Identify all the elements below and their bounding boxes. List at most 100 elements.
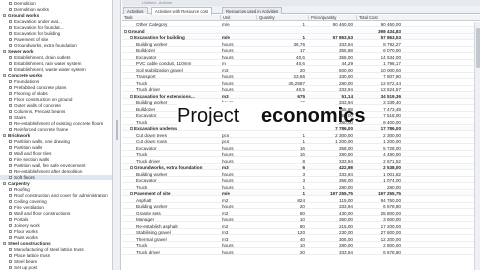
tree-item[interactable]: Ceiling covering: [0, 199, 112, 204]
tree-item[interactable]: Place lattice truss: [0, 253, 112, 258]
tree-item[interactable]: Set up post: [0, 265, 112, 270]
grid-row[interactable]: Re-establish asphalt m2 80 215,00 17 200,00: [122, 223, 480, 229]
checkbox-icon[interactable]: [9, 116, 12, 119]
checkbox-icon[interactable]: [9, 26, 12, 29]
checkbox-icon[interactable]: [9, 68, 12, 71]
grid-row[interactable]: Excavator hours 16 358,00 5 728,00: [122, 145, 480, 151]
row-expand-icon[interactable]: [130, 192, 133, 195]
grid-row[interactable]: Thermal gravel m3 40 305,00 12 200,00: [122, 236, 480, 242]
tree-item[interactable]: Partition walls: [0, 145, 112, 150]
expand-toggle-icon[interactable]: [3, 242, 6, 245]
tab-resources-used[interactable]: Resources used in Activities: [222, 7, 283, 14]
tree-group-item[interactable]: Brickwork: [0, 133, 112, 138]
checkbox-icon[interactable]: [9, 254, 12, 257]
row-expand-icon[interactable]: [130, 127, 133, 130]
checkbox-icon[interactable]: [9, 266, 12, 269]
tree-item[interactable]: Steel beam: [0, 259, 112, 264]
grid-row[interactable]: PVC cable conduit, 110mm m 40,6 44,29 1 798,…: [122, 61, 480, 66]
row-expand-icon[interactable]: [130, 36, 133, 39]
grid-row[interactable]: Truck hours 1 280,00 280,00: [122, 184, 480, 190]
activity-tree[interactable]: Demolition Demolition works Ground works Ex…: [0, 0, 113, 270]
tree-item[interactable]: Demolition: [0, 1, 112, 6]
checkbox-icon[interactable]: [9, 140, 12, 143]
grid-group-row[interactable]: Pavement of site m/e 1 197 255,75 197 255,75: [122, 191, 480, 196]
tree-item[interactable]: Soft floors: [0, 175, 112, 180]
column-header-price[interactable]: Price/quantity: [308, 15, 356, 21]
checkbox-icon[interactable]: [9, 86, 12, 89]
expand-toggle-icon[interactable]: [3, 14, 6, 17]
grid-row[interactable]: Other Category m/e 1 90 460,00 90 460,00: [122, 22, 480, 27]
tree-item[interactable]: Joinery work: [0, 223, 112, 228]
checkbox-icon[interactable]: [9, 224, 12, 227]
grid-row[interactable]: Truck hours 45,2587 280,00 12 672,44: [122, 80, 480, 86]
scrollbar-thumb[interactable]: [476, 28, 480, 68]
tree-item[interactable]: Pavement of site: [0, 37, 112, 42]
checkbox-icon[interactable]: [9, 236, 12, 239]
checkbox-icon[interactable]: [9, 98, 12, 101]
grid-row[interactable]: Bulldozer hours 17 355,88 6 070,00: [122, 48, 480, 53]
checkbox-icon[interactable]: [9, 176, 12, 179]
tree-group-item[interactable]: Ground works: [0, 13, 112, 18]
tree-item[interactable]: Floor construction on ground: [0, 97, 112, 102]
splitter-grip[interactable]: [116, 120, 118, 140]
checkbox-icon[interactable]: [9, 218, 12, 221]
checkbox-icon[interactable]: [9, 146, 12, 149]
checkbox-icon[interactable]: [9, 44, 12, 47]
grid-group-row[interactable]: Groundworks, extra foundation m3 6 422,98 2 …: [122, 165, 480, 170]
tree-item[interactable]: Establishment, waste water system: [0, 67, 112, 72]
checkbox-icon[interactable]: [9, 164, 12, 167]
checkbox-icon[interactable]: [9, 80, 12, 83]
checkbox-icon[interactable]: [9, 170, 12, 173]
tree-item[interactable]: Wall and floor constructions: [0, 211, 112, 216]
tree-item[interactable]: Partition walls, one drawing: [0, 139, 112, 144]
grid-row[interactable]: Truck driver hours 40,5 333,94 13 524,57: [122, 87, 480, 92]
tree-item[interactable]: Partition wall, fire safe environment: [0, 163, 112, 168]
checkbox-icon[interactable]: [9, 206, 12, 209]
grid-row[interactable]: Cut down trees pcs 1 2 300,00 2 300,00: [122, 132, 480, 138]
checkbox-icon[interactable]: [9, 200, 12, 203]
tree-group-item[interactable]: Sewer work: [0, 49, 112, 54]
tree-item[interactable]: Excavation for building: [0, 31, 112, 36]
grid-row[interactable]: Manager hours 10 360,00 3 600,00: [122, 217, 480, 222]
vertical-scrollbar[interactable]: [474, 22, 480, 270]
tree-item[interactable]: Portals: [0, 217, 112, 222]
expand-toggle-icon[interactable]: [3, 134, 6, 137]
tree-item[interactable]: Outer walls of concrete: [0, 103, 112, 108]
tree-group-item[interactable]: Concrete works: [0, 73, 112, 78]
tree-item[interactable]: Roofing: [0, 187, 112, 192]
tab-activities-resource-cost[interactable]: Activities with Resource cost: [151, 7, 213, 15]
checkbox-icon[interactable]: [9, 152, 12, 155]
checkbox-icon[interactable]: [9, 104, 12, 107]
tree-item[interactable]: Establishment, drain outlets: [0, 55, 112, 60]
grid-group-row[interactable]: Excavation for building m/e 1 57 863,53 57 8…: [122, 35, 480, 40]
grid-row[interactable]: Stabilising gravel m3 120 230,00 27 600,00: [122, 230, 480, 235]
tree-item[interactable]: Establishment, rain water system: [0, 61, 112, 66]
tree-group-item[interactable]: Steel constructions: [0, 241, 112, 246]
tree-item[interactable]: Wall and floor tiles: [0, 151, 112, 156]
checkbox-icon[interactable]: [9, 56, 12, 59]
grid-row[interactable]: Truck driver hours 8 333,94 2 671,52: [122, 158, 480, 164]
grid-row[interactable]: Building worker hours 20 333,94 6 678,80: [122, 204, 480, 209]
tree-item[interactable]: Manufacturing of steel lattice truss: [0, 247, 112, 252]
column-header-unit[interactable]: Unit: [220, 15, 256, 21]
checkbox-icon[interactable]: [9, 212, 12, 215]
tree-item[interactable]: Floor works: [0, 229, 112, 234]
grid-group-row[interactable]: Excavation for extensions... m3 675 51,14 34…: [122, 93, 480, 99]
checkbox-icon[interactable]: [9, 92, 12, 95]
checkbox-icon[interactable]: [9, 260, 12, 263]
tree-item[interactable]: Fire section walls: [0, 157, 112, 162]
tree-item[interactable]: Groundworks, extra foundation: [0, 43, 112, 48]
tree-group-item[interactable]: Carpentry: [0, 181, 112, 186]
grid-row[interactable]: Excavator hours 3 358,00 1 074,00: [122, 178, 480, 183]
grid-row[interactable]: Truck hours 10 280,00 2 800,00: [122, 243, 480, 248]
grid-row[interactable]: Building worker hours 3 333,94 1 001,82: [122, 171, 480, 177]
grid-row[interactable]: Building worker hours 36,76 333,94 8 792,27: [122, 41, 480, 47]
grid-row[interactable]: Truck driver hours 20 333,94 6 678,80: [122, 249, 480, 255]
checkbox-icon[interactable]: [9, 2, 12, 5]
column-header-total[interactable]: Total Cost: [356, 15, 404, 21]
expand-toggle-icon[interactable]: [3, 74, 6, 77]
grid-row[interactable]: Cut down roots pcs 1 1 200,00 1 200,00: [122, 139, 480, 144]
tree-item[interactable]: Paint works: [0, 235, 112, 240]
tree-item[interactable]: Roof construction and cover for administ…: [0, 193, 112, 198]
checkbox-icon[interactable]: [9, 32, 12, 35]
